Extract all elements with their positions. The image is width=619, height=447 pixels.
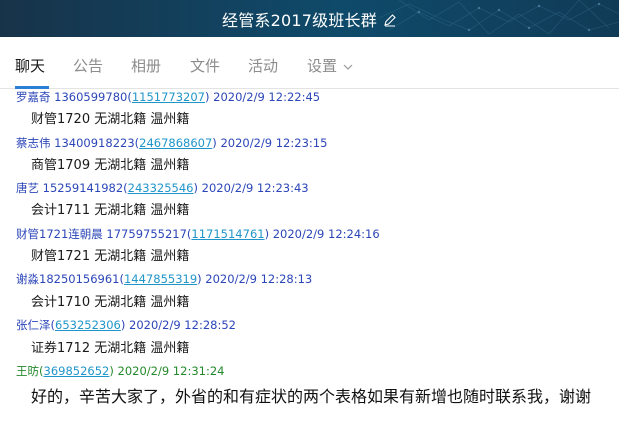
tab-activities[interactable]: 活动 — [248, 55, 278, 76]
sender-name[interactable]: 唐艺 15259141982( — [16, 181, 128, 195]
tab-chat[interactable]: 聊天 — [15, 55, 45, 76]
message-text: 财管1721 无湖北籍 温州籍 — [31, 249, 190, 264]
pencil-icon[interactable] — [383, 13, 397, 27]
message-header: 王昉(369852652) 2020/2/9 12:31:24 — [16, 364, 224, 378]
sender-name[interactable]: 王昉( — [16, 364, 44, 378]
window-title: 经管系2017级班长群 — [222, 10, 377, 30]
qq-number-link[interactable]: 369852652 — [44, 364, 110, 378]
message-timestamp: ) 2020/2/9 12:23:15 — [212, 136, 328, 150]
qq-number-link[interactable]: 653252306 — [55, 318, 121, 332]
message-timestamp: ) 2020/2/9 12:28:13 — [197, 272, 313, 286]
sender-name[interactable]: 财管1721连朝晨 17759755217( — [16, 227, 191, 241]
qq-number-link[interactable]: 1447855319 — [124, 272, 197, 286]
message-header: 谢淼18250156961(1447855319) 2020/2/9 12:28… — [16, 272, 312, 286]
message-text: 好的，辛苦大家了，外省的和有症状的两个表格如果有新增也随时联系我，谢谢 — [31, 387, 592, 406]
qq-number-link[interactable]: 1171514761 — [191, 227, 264, 241]
tab-announcements[interactable]: 公告 — [73, 55, 103, 76]
message-text: 证券1712 无湖北籍 温州籍 — [31, 341, 190, 356]
message-timestamp: ) 2020/2/9 12:22:45 — [204, 90, 321, 104]
sender-name[interactable]: 蔡志伟 13400918223( — [16, 136, 139, 150]
chevron-down-icon — [343, 64, 353, 70]
qq-number-link[interactable]: 243325546 — [128, 181, 194, 195]
qq-number-link[interactable]: 2467868607 — [139, 136, 212, 150]
title-bar: 经管系2017级班长群 — [0, 0, 619, 37]
qq-number-link[interactable]: 1151773207 — [132, 90, 205, 104]
tab-settings[interactable]: 设置 — [307, 55, 353, 76]
message-text: 会计1711 无湖北籍 温州籍 — [31, 203, 190, 218]
active-tab-indicator — [15, 86, 49, 89]
chat-history[interactable]: 罗嘉奇 1360599780(1151773207) 2020/2/9 12:2… — [0, 90, 619, 447]
message-text: 财管1720 无湖北籍 温州籍 — [31, 112, 190, 127]
message-timestamp: ) 2020/2/9 12:24:16 — [264, 227, 380, 241]
message-header: 蔡志伟 13400918223(2467868607) 2020/2/9 12:… — [16, 136, 327, 150]
message-header: 张仁泽(653252306) 2020/2/9 12:28:52 — [16, 318, 236, 332]
message-header: 财管1721连朝晨 17759755217(1171514761) 2020/2… — [16, 227, 380, 241]
tab-album[interactable]: 相册 — [131, 55, 161, 76]
sender-name[interactable]: 谢淼18250156961( — [16, 272, 124, 286]
message-timestamp: ) 2020/2/9 12:31:24 — [109, 364, 225, 378]
tab-settings-label: 设置 — [307, 57, 338, 75]
message-header: 唐艺 15259141982(243325546) 2020/2/9 12:23… — [16, 181, 309, 195]
sender-name[interactable]: 罗嘉奇 1360599780( — [16, 90, 132, 104]
sender-name[interactable]: 张仁泽( — [16, 318, 55, 332]
message-timestamp: ) 2020/2/9 12:28:52 — [120, 318, 236, 332]
message-timestamp: ) 2020/2/9 12:23:43 — [193, 181, 309, 195]
tab-files[interactable]: 文件 — [190, 55, 220, 76]
message-text: 会计1710 无湖北籍 温州籍 — [31, 295, 190, 310]
message-header: 罗嘉奇 1360599780(1151773207) 2020/2/9 12:2… — [16, 90, 320, 104]
tab-bar: 聊天 公告 相册 文件 活动 设置 — [0, 37, 619, 89]
message-text: 商管1709 无湖北籍 温州籍 — [31, 158, 190, 173]
